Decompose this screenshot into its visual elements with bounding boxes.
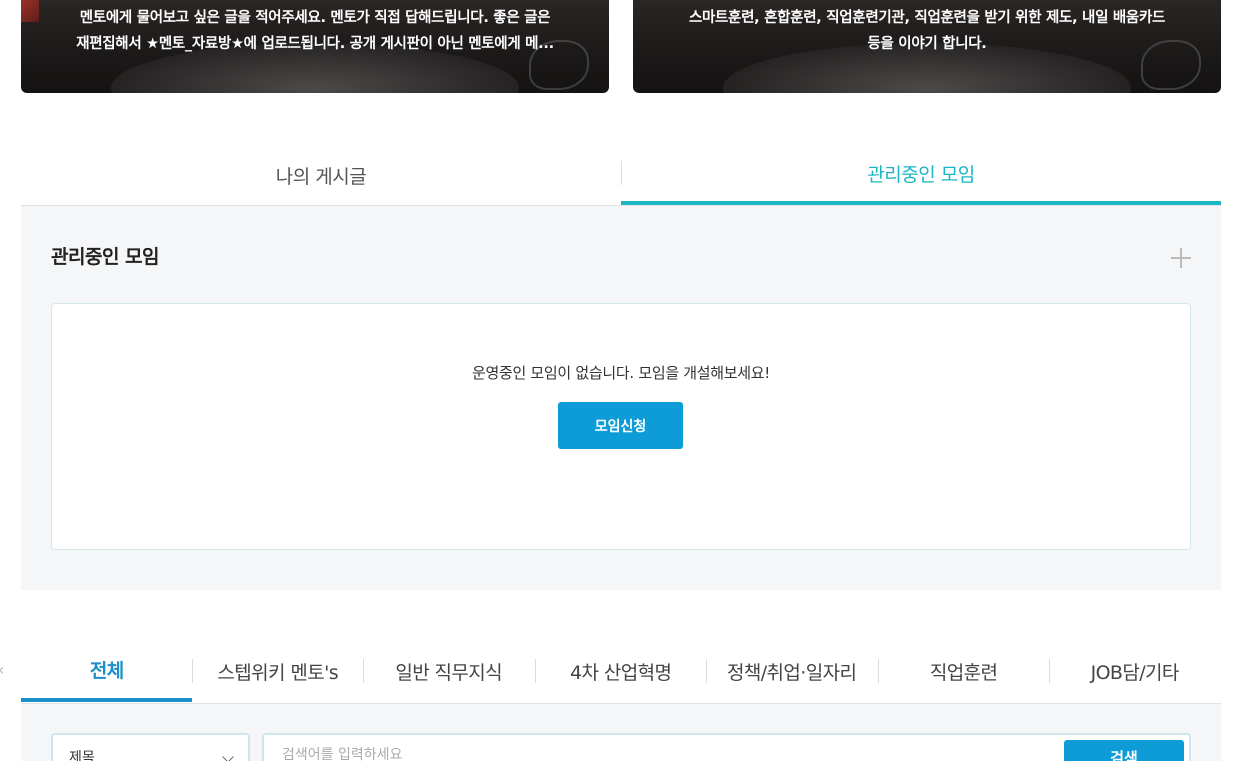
banner-line: 스마트훈련, 혼합훈련, 직업훈련기관, 직업훈련을 받기 위한 제도, 내일 … <box>688 10 1166 26</box>
tab-policy-jobs[interactable]: 정책/취업·일자리 <box>706 640 877 702</box>
search-input[interactable] <box>282 747 1042 761</box>
search-bar: 제목 검색 <box>21 704 1221 761</box>
banner-description: 멘토에게 물어보고 싶은 글을 적어주세요. 멘토가 직접 답해드립니다. 좋은… <box>41 5 589 57</box>
empty-state-box: 운영중인 모임이 없습니다. 모임을 개설해보세요! 모임신청 <box>51 303 1191 550</box>
chevron-left-icon[interactable]: ‹ <box>0 660 4 679</box>
banner-line: 멘토에게 물어보고 싶은 글을 적어주세요. 멘토가 직접 답해드립니다. 좋은… <box>79 10 551 26</box>
search-button[interactable]: 검색 <box>1064 740 1184 761</box>
plus-icon[interactable] <box>1171 248 1191 268</box>
tab-my-posts[interactable]: 나의 게시글 <box>21 145 621 205</box>
tab-vocational-training[interactable]: 직업훈련 <box>878 640 1049 702</box>
apply-group-button[interactable]: 모임신청 <box>558 402 683 449</box>
search-field-select[interactable]: 제목 <box>51 733 250 761</box>
empty-message: 운영중인 모임이 없습니다. 모임을 개설해보세요! <box>471 364 771 382</box>
tab-stepwiki-mentors[interactable]: 스텝위키 멘토's <box>192 640 363 702</box>
banner-description: 스마트훈련, 혼합훈련, 직업훈련기관, 직업훈련을 받기 위한 제도, 내일 … <box>653 5 1201 57</box>
tab-general-job-knowledge[interactable]: 일반 직무지식 <box>363 640 534 702</box>
managed-groups-panel: 관리중인 모임 운영중인 모임이 없습니다. 모임을 개설해보세요! 모임신청 <box>21 206 1221 590</box>
chevron-down-icon <box>222 751 234 761</box>
tab-all[interactable]: 전체 <box>21 640 193 702</box>
category-tabs: 전체 스텝위키 멘토's 일반 직무지식 4차 산업혁명 정책/취업·일자리 직… <box>21 640 1221 704</box>
board-banner-training[interactable]: 스마트훈련, 혼합훈련, 직업훈련기관, 직업훈련을 받기 위한 제도, 내일 … <box>633 0 1221 93</box>
tab-managed-groups[interactable]: 관리중인 모임 <box>621 145 1221 205</box>
banner-line: 등을 이야기 합니다. <box>867 36 987 52</box>
section-title: 관리중인 모임 <box>51 246 160 268</box>
board-banner-mentor[interactable]: 멘토에게 물어보고 싶은 글을 적어주세요. 멘토가 직접 답해드립니다. 좋은… <box>21 0 609 93</box>
search-box: 검색 <box>262 733 1191 761</box>
banner-line: 재편집해서 ★멘토_자료방★에 업로드됩니다. 공개 게시판이 아닌 멘토에게 … <box>76 36 554 52</box>
my-activity-tabs: 나의 게시글 관리중인 모임 <box>21 145 1221 206</box>
tab-job-talk-etc[interactable]: JOB담/기타 <box>1049 640 1220 702</box>
tab-4th-industrial-revolution[interactable]: 4차 산업혁명 <box>535 640 706 702</box>
select-value: 제목 <box>69 750 95 761</box>
banner-decoration <box>21 0 39 22</box>
